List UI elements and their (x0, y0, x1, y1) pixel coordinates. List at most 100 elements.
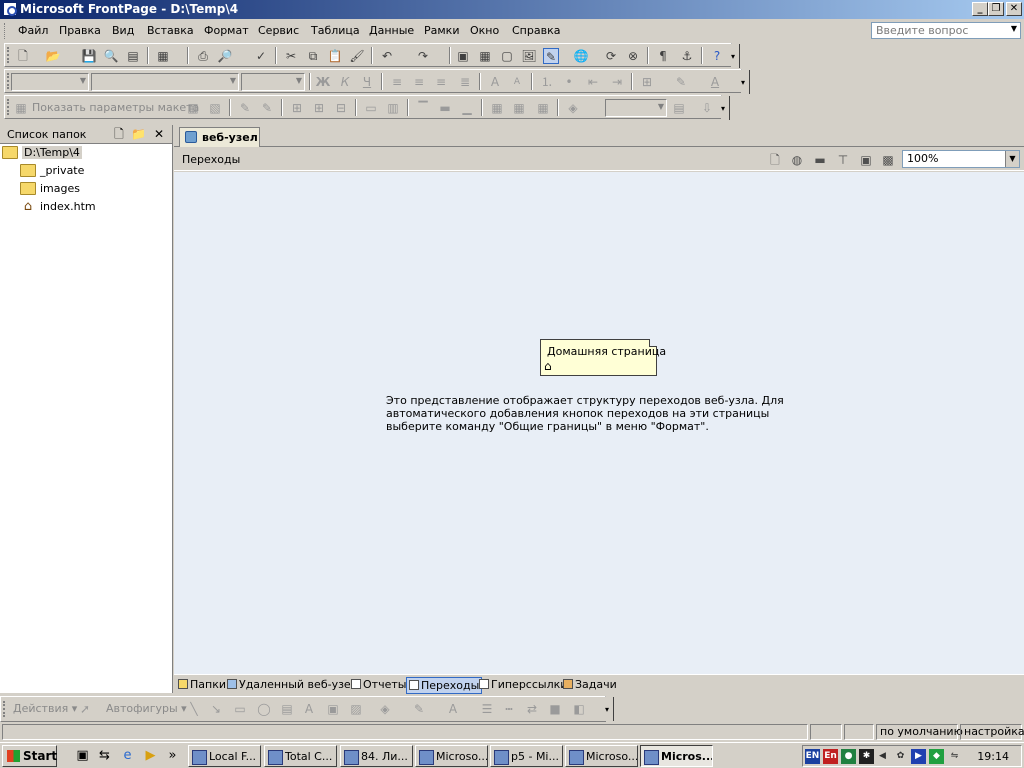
fill-color-icon[interactable]: ◈ (565, 100, 581, 116)
language-indicator[interactable]: EN (805, 749, 820, 764)
dash-style-icon[interactable]: ┅ (501, 701, 517, 717)
decrease-indent-icon[interactable]: ⇤ (585, 74, 601, 90)
menu-file[interactable]: Файл (18, 24, 48, 37)
taskbar-item[interactable]: Microso... (415, 745, 488, 767)
split-cells-icon[interactable]: ▥ (385, 100, 401, 116)
font-shrink-icon[interactable]: A (509, 74, 525, 90)
font-color-icon[interactable]: A (707, 74, 723, 90)
view-tab-hyperlinks[interactable]: Гиперссылки (477, 677, 569, 694)
stop-icon[interactable]: ⊗ (625, 48, 641, 64)
arrow-icon[interactable]: ↘ (208, 701, 224, 717)
undo-icon[interactable]: ↶ (379, 48, 395, 64)
chevron-down-icon[interactable]: ▼ (1005, 151, 1019, 167)
insert-picture-icon[interactable]: 🖼 (521, 48, 537, 64)
internet-explorer-icon[interactable]: e (119, 747, 136, 764)
start-button[interactable]: Start (2, 745, 57, 767)
delete-cells-icon[interactable]: ⊟ (333, 100, 349, 116)
toolbar-options-icon[interactable] (731, 44, 740, 68)
font-size-combo[interactable]: ▼ (241, 73, 305, 91)
save-icon[interactable]: 💾 (81, 48, 97, 64)
view-tab-remote-site[interactable]: Удаленный веб-узел (225, 677, 360, 694)
drawing-icon[interactable]: ✎ (543, 48, 559, 64)
search-icon[interactable]: 🔍 (103, 48, 119, 64)
settings-icon[interactable]: ✿ (893, 749, 908, 764)
numbered-list-icon[interactable]: ⒈ (539, 74, 555, 90)
new-top-page-icon[interactable]: 🗋 (767, 152, 783, 168)
menu-table[interactable]: Таблица (311, 24, 360, 37)
hyperlink-icon[interactable]: 🌐 (573, 48, 589, 64)
view-tab-navigation[interactable]: Переходы (406, 677, 483, 694)
toolbar-options-icon[interactable] (721, 96, 730, 120)
format-painter-icon[interactable]: 🖌 (349, 48, 365, 64)
taskbar-item[interactable]: Local F... (188, 745, 261, 767)
taskbar-item[interactable]: p5 - Mi... (490, 745, 563, 767)
font-combo[interactable]: ▼ (91, 73, 239, 91)
desktop-icon[interactable]: ▣ (74, 747, 91, 764)
view-tab-reports[interactable]: Отчеты (349, 677, 408, 694)
file-item[interactable]: ⌂ index.htm (20, 200, 96, 218)
taskbar-item[interactable]: Total C... (264, 745, 337, 767)
layout-settings-icon[interactable]: ▦ (13, 100, 29, 116)
minimize-button[interactable]: _ (972, 2, 988, 16)
web-component-icon[interactable]: ▣ (455, 48, 471, 64)
picture-icon[interactable]: ▨ (348, 701, 364, 717)
line-icon[interactable]: ╲ (186, 701, 202, 717)
view-tab-folders[interactable]: Папки (176, 677, 228, 694)
distribute-columns-icon[interactable]: ▦ (511, 100, 527, 116)
toolbar-options-icon[interactable] (605, 697, 614, 721)
insert-layer-icon[interactable]: ▢ (499, 48, 515, 64)
help-icon[interactable]: ? (709, 48, 725, 64)
italic-icon[interactable]: К (337, 74, 353, 90)
3d-icon[interactable]: ◧ (571, 701, 587, 717)
menu-frames[interactable]: Рамки (424, 24, 459, 37)
layout-toolbar-label[interactable]: Показать параметры макета (32, 101, 199, 114)
menu-grip[interactable] (4, 23, 7, 39)
paste-icon[interactable]: 📋 (327, 48, 343, 64)
rectangle-icon[interactable]: ▭ (232, 701, 248, 717)
close-icon[interactable]: ✕ (152, 127, 166, 141)
align-middle-icon[interactable]: ▬ (437, 100, 453, 116)
toggle-pane-icon[interactable]: ▦ (155, 48, 171, 64)
refresh-icon[interactable]: ⟳ (603, 48, 619, 64)
menu-view[interactable]: Вид (112, 24, 134, 37)
status-settings[interactable]: настройка (960, 724, 1024, 740)
frontpage-app-icon[interactable] (3, 2, 17, 16)
show-all-icon[interactable]: ¶ (655, 48, 671, 64)
ask-question-box[interactable]: Введите вопрос ▼ (871, 22, 1021, 39)
media-player-icon[interactable]: ▶ (142, 747, 159, 764)
menu-tools[interactable]: Сервис (258, 24, 299, 37)
menu-edit[interactable]: Правка (59, 24, 101, 37)
wordart-icon[interactable]: A (301, 701, 317, 717)
toolbar-grip[interactable] (7, 99, 10, 115)
view-subtree-icon[interactable]: ▣ (858, 152, 874, 168)
increase-indent-icon[interactable]: ⇥ (609, 74, 625, 90)
layout-cell-icon[interactable]: ▧ (207, 100, 223, 116)
align-left-icon[interactable]: ≡ (389, 74, 405, 90)
menu-window[interactable]: Окно (470, 24, 499, 37)
insert-row-icon[interactable]: ⊞ (289, 100, 305, 116)
oval-icon[interactable]: ◯ (256, 701, 272, 717)
taskbar-item[interactable]: 84. Ли... (340, 745, 413, 767)
cell-header-icon[interactable]: ✎ (259, 100, 275, 116)
fill-down-icon[interactable]: ⇩ (699, 100, 715, 116)
textbox-icon[interactable]: ▤ (279, 701, 295, 717)
portrait-landscape-icon[interactable]: ⊤ (835, 152, 851, 168)
arrow-style-icon[interactable]: ⇄ (524, 701, 540, 717)
align-bottom-icon[interactable]: ▁ (459, 100, 475, 116)
copy-icon[interactable]: ⧉ (305, 48, 321, 64)
connection-icon[interactable]: ⇋ (947, 749, 962, 764)
quicklaunch-more-icon[interactable]: » (164, 747, 181, 764)
network-tray-icon[interactable]: ◆ (929, 749, 944, 764)
close-button[interactable]: ✕ (1006, 2, 1022, 16)
menu-insert[interactable]: Вставка (147, 24, 194, 37)
toolbar-grip[interactable] (7, 47, 10, 63)
taskbar-item[interactable]: Microso... (565, 745, 638, 767)
style-combo[interactable]: ▼ (11, 73, 89, 91)
line-style-icon[interactable]: ☰ (479, 701, 495, 717)
cut-icon[interactable]: ✂ (283, 48, 299, 64)
clipart-icon[interactable]: ▣ (325, 701, 341, 717)
font-grow-icon[interactable]: A (487, 74, 503, 90)
menu-data[interactable]: Данные (369, 24, 414, 37)
font-color-icon[interactable]: A (445, 701, 461, 717)
cell-formatting-icon[interactable]: ✎ (237, 100, 253, 116)
